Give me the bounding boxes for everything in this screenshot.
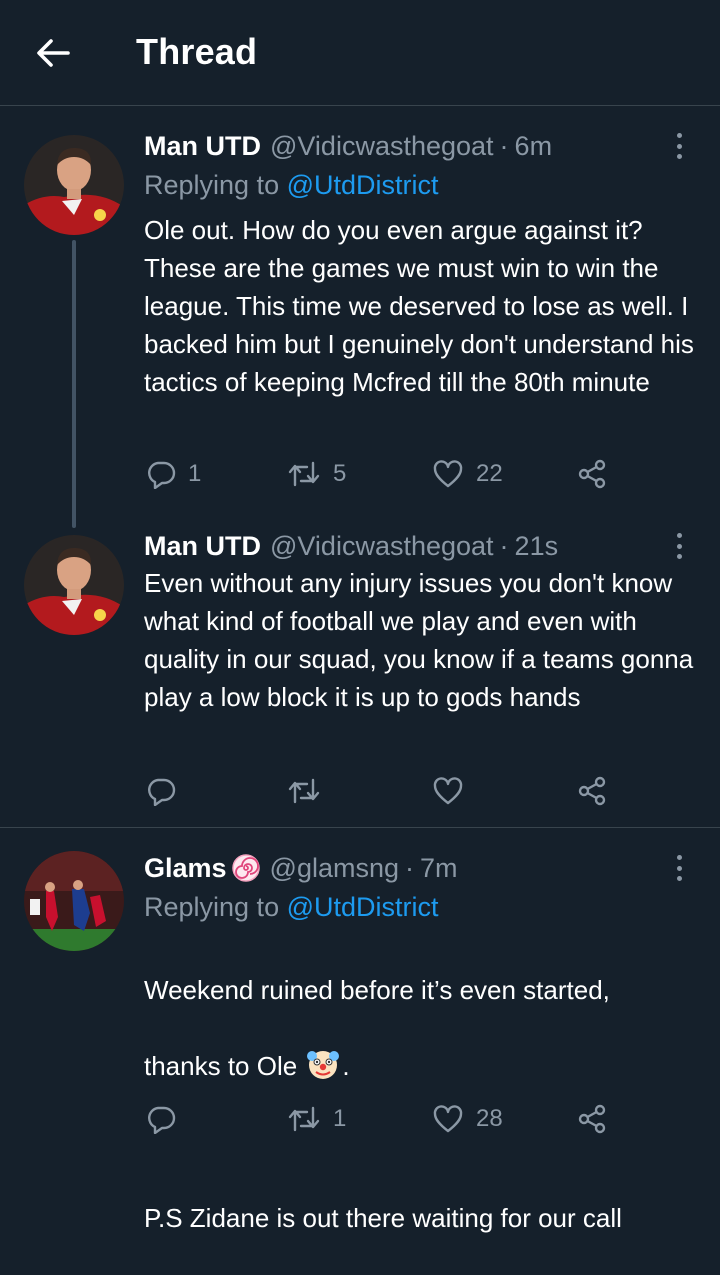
tweet-text-line: P.S Zidane is out there waiting for our …: [144, 1203, 622, 1233]
tweet-time: 21s: [514, 531, 559, 561]
retweet-count: 5: [333, 460, 347, 487]
clown-face-emoji-icon: [307, 1051, 340, 1079]
top-app-bar: Thread: [0, 0, 720, 106]
divider: [0, 827, 720, 828]
more-vertical-icon: [676, 133, 682, 138]
tweet-text: Even without any injury issues you don't…: [144, 568, 694, 712]
replying-to: Replying to @UtdDistrict: [144, 892, 439, 922]
tweet-meta: Glams @glamsng · 7m: [144, 851, 660, 885]
retweet-icon: [288, 1106, 320, 1132]
tweet-actions: [144, 771, 624, 811]
author-name[interactable]: Man UTD: [144, 129, 261, 163]
retweet-count: 1: [333, 1105, 347, 1132]
more-options-button[interactable]: [664, 530, 694, 562]
more-options-button[interactable]: [664, 852, 694, 884]
tweet-meta: Man UTD @Vidicwasthegoat · 6m: [144, 129, 660, 163]
like-button[interactable]: 28: [432, 1099, 503, 1139]
more-vertical-icon: [676, 533, 682, 538]
avatar[interactable]: [24, 851, 124, 951]
reply-icon: [148, 778, 176, 806]
author-name[interactable]: Man UTD: [144, 529, 261, 563]
retweet-icon: [288, 461, 320, 487]
tweet-actions: 1 28: [144, 1099, 624, 1139]
share-icon: [578, 1104, 606, 1134]
back-button[interactable]: [30, 30, 76, 76]
author-handle[interactable]: @Vidicwasthegoat: [270, 529, 494, 563]
tweet-text: Ole out. How do you even argue against i…: [144, 215, 694, 397]
tweet-actions: 1 5 22: [144, 454, 624, 494]
tweet-text-line: thanks to Ole .: [144, 1047, 704, 1085]
heart-icon: [433, 777, 463, 805]
author-name[interactable]: Glams: [144, 851, 227, 885]
share-icon: [578, 459, 606, 489]
thread-connector-line: [72, 240, 76, 528]
tweet-text-line: Weekend ruined before it’s even started,: [144, 975, 610, 1005]
reply-to-link[interactable]: @UtdDistrict: [287, 170, 439, 200]
reply-button[interactable]: [146, 1099, 188, 1139]
like-count: 22: [476, 460, 503, 487]
author-handle[interactable]: @glamsng: [270, 851, 399, 885]
avatar[interactable]: [24, 535, 124, 635]
meta-separator: ·: [405, 853, 415, 883]
arrow-left-icon: [37, 39, 70, 67]
reply-to-link[interactable]: @UtdDistrict: [287, 892, 439, 922]
avatar[interactable]: [24, 135, 124, 235]
retweet-icon: [288, 778, 320, 804]
meta-separator: ·: [499, 531, 509, 561]
tweet[interactable]: Glams @glamsng · 7m Replying to @UtdDist…: [0, 850, 720, 1233]
reply-icon: [148, 1106, 176, 1134]
tweet-time: 7m: [420, 853, 458, 883]
reply-button[interactable]: 1: [146, 454, 201, 494]
tweet[interactable]: Man UTD @Vidicwasthegoat · 6m Replying t…: [0, 128, 720, 528]
retweet-button[interactable]: 5: [287, 454, 346, 494]
share-button[interactable]: [576, 771, 608, 811]
heart-icon: [433, 1105, 463, 1133]
tweet-meta: Man UTD @Vidicwasthegoat · 21s: [144, 529, 660, 563]
meta-separator: ·: [499, 131, 509, 161]
like-button[interactable]: 22: [432, 454, 503, 494]
share-button[interactable]: [576, 1099, 608, 1139]
reply-icon: [148, 461, 176, 489]
reply-count: 1: [188, 460, 202, 487]
tweet-time: 6m: [514, 131, 553, 161]
replying-to: Replying to @UtdDistrict: [144, 170, 439, 200]
heart-icon: [433, 460, 463, 488]
fishcake-emoji-icon: [231, 854, 260, 882]
more-vertical-icon: [676, 855, 682, 860]
retweet-button[interactable]: [287, 771, 333, 811]
tweet[interactable]: Man UTD @Vidicwasthegoat · 21s Even with…: [0, 528, 720, 818]
page-title: Thread: [136, 31, 258, 72]
author-handle[interactable]: @Vidicwasthegoat: [270, 129, 494, 163]
more-options-button[interactable]: [664, 130, 694, 162]
reply-button[interactable]: [146, 771, 188, 811]
like-count: 28: [476, 1105, 503, 1132]
like-button[interactable]: [432, 771, 476, 811]
share-button[interactable]: [576, 454, 608, 494]
retweet-button[interactable]: 1: [287, 1099, 346, 1139]
share-icon: [578, 776, 606, 806]
